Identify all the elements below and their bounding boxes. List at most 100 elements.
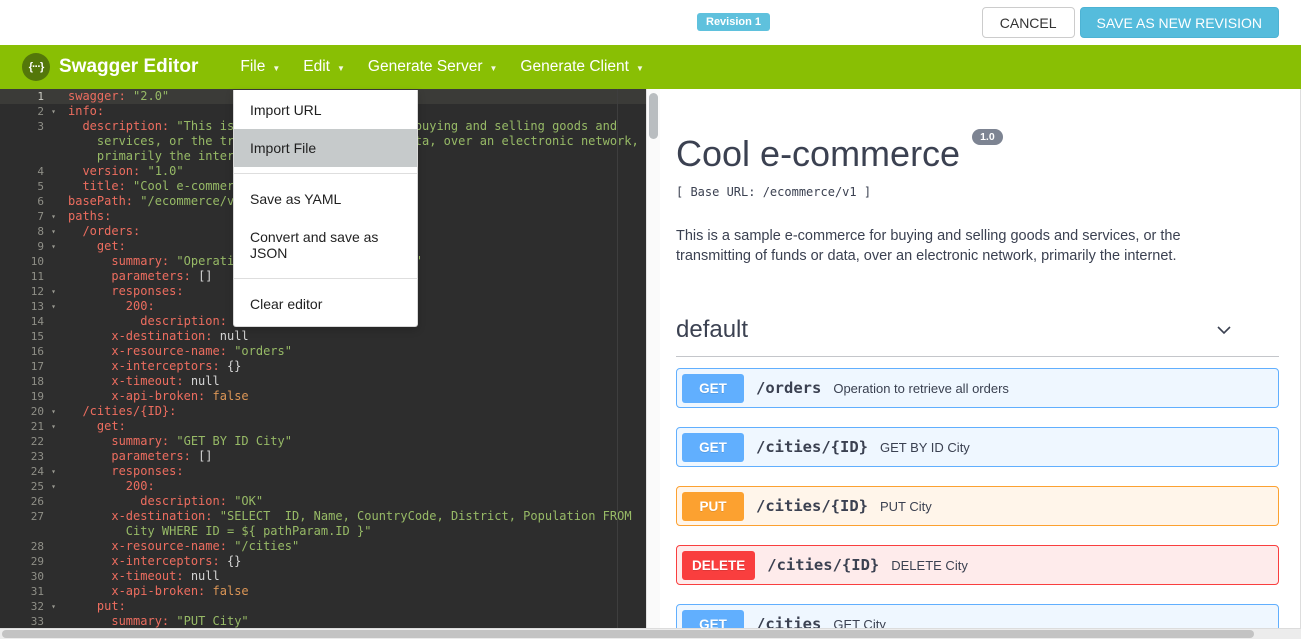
fold-arrow-icon[interactable]: ▾ — [51, 419, 56, 434]
editor-line[interactable]: 22 summary: "GET BY ID City" — [0, 434, 660, 449]
editor-line[interactable]: 32▾ put: — [0, 599, 660, 614]
save-as-new-revision-button[interactable]: SAVE AS NEW REVISION — [1080, 7, 1279, 38]
editor-line[interactable]: 16 x-resource-name: "orders" — [0, 344, 660, 359]
editor-line[interactable]: 30 x-timeout: null — [0, 569, 660, 584]
scrollbar-thumb[interactable] — [2, 630, 1254, 638]
tag-name: default — [676, 316, 748, 344]
gutter-line-number: 1 — [0, 89, 58, 104]
code-text: basePath: "/ecommerce/v1" — [58, 194, 249, 209]
menu-divider — [234, 173, 417, 174]
code-text: info: — [58, 104, 104, 119]
operation-summary: PUT City — [880, 499, 932, 514]
page-horizontal-scrollbar[interactable] — [0, 628, 1301, 639]
operation-row-put[interactable]: PUT/cities/{ID} PUT City — [676, 486, 1279, 526]
code-text: get: — [58, 239, 126, 254]
editor-line[interactable]: 33 summary: "PUT City" — [0, 614, 660, 629]
fold-arrow-icon[interactable]: ▾ — [51, 284, 56, 299]
code-text: x-timeout: null — [58, 569, 220, 584]
menu-generate-client[interactable]: Generate Client▼ — [520, 58, 643, 76]
menu-file[interactable]: File ▼ — [240, 58, 280, 76]
gutter-line-number: 15 — [0, 329, 58, 344]
scrollbar-thumb[interactable] — [649, 93, 658, 139]
code-text: swagger: "2.0" — [58, 89, 169, 104]
fold-arrow-icon[interactable]: ▾ — [51, 299, 56, 314]
editor-line[interactable]: 19 x-api-broken: false — [0, 389, 660, 404]
code-text: /orders: — [58, 224, 140, 239]
code-text: x-resource-name: "/cities" — [58, 539, 299, 554]
editor-line[interactable]: 27 x-destination: "SELECT ID, Name, Coun… — [0, 509, 660, 524]
editor-line[interactable]: 21▾ get: — [0, 419, 660, 434]
code-text: responses: — [58, 464, 184, 479]
main-content: 1swagger: "2.0"2▾info:3 description: "Th… — [0, 89, 1301, 639]
operation-summary: GET BY ID City — [880, 440, 970, 455]
fold-arrow-icon[interactable]: ▾ — [51, 239, 56, 254]
gutter-line-number: 17 — [0, 359, 58, 374]
cancel-button[interactable]: CANCEL — [982, 7, 1075, 38]
gutter-line-number: 4 — [0, 164, 58, 179]
method-badge: GET — [682, 433, 744, 462]
menu-item-import-file[interactable]: Import File — [234, 129, 417, 167]
gutter-line-number: 13▾ — [0, 299, 58, 314]
editor-line[interactable]: 20▾ /cities/{ID}: — [0, 404, 660, 419]
operation-path: /cities/{ID} — [756, 497, 868, 515]
code-text: x-api-broken: false — [58, 389, 249, 404]
base-url: [ Base URL: /ecommerce/v1 ] — [676, 185, 1279, 199]
operation-summary: Operation to retrieve all orders — [833, 381, 1009, 396]
method-badge: GET — [682, 374, 744, 403]
code-text: description: "OK" — [58, 494, 263, 509]
gutter-line-number: 12▾ — [0, 284, 58, 299]
operation-row-delete[interactable]: DELETE/cities/{ID}DELETE City — [676, 545, 1279, 585]
file-dropdown-menu: Import URLImport File Save as YAMLConvert… — [233, 90, 418, 327]
menu-edit[interactable]: Edit▼ — [303, 58, 345, 76]
editor-line[interactable]: 15 x-destination: null — [0, 329, 660, 344]
caret-down-icon: ▼ — [636, 64, 644, 73]
operation-row-get[interactable]: GET/cities/{ID}GET BY ID City — [676, 427, 1279, 467]
fold-arrow-icon[interactable]: ▾ — [51, 224, 56, 239]
gutter-line-number: 21▾ — [0, 419, 58, 434]
editor-line[interactable]: 24▾ responses: — [0, 464, 660, 479]
gutter-line-number: 18 — [0, 374, 58, 389]
fold-arrow-icon[interactable]: ▾ — [51, 479, 56, 494]
fold-arrow-icon[interactable]: ▾ — [51, 464, 56, 479]
menu-item-import-url[interactable]: Import URL — [234, 91, 417, 129]
code-text: put: — [58, 599, 126, 614]
editor-line[interactable]: 23 parameters: [] — [0, 449, 660, 464]
tag-section-header[interactable]: default — [676, 316, 1279, 357]
code-text: x-destination: "SELECT ID, Name, Country… — [58, 509, 632, 524]
operation-path: /cities/{ID} — [767, 556, 879, 574]
menu-label: File — [240, 58, 265, 76]
api-title-text: Cool e-commerce — [676, 133, 960, 174]
code-text: /cities/{ID}: — [58, 404, 176, 419]
gutter-line-number: 5 — [0, 179, 58, 194]
gutter-line-number: 6 — [0, 194, 58, 209]
print-margin — [617, 89, 618, 639]
menu-item-save-as-yaml[interactable]: Save as YAML — [234, 180, 417, 218]
menu-item-convert-and-save-as-json[interactable]: Convert and save as JSON — [234, 218, 417, 272]
editor-line[interactable]: 18 x-timeout: null — [0, 374, 660, 389]
editor-line[interactable]: 26 description: "OK" — [0, 494, 660, 509]
code-text: x-interceptors: {} — [58, 554, 241, 569]
fold-arrow-icon[interactable]: ▾ — [51, 404, 56, 419]
chevron-down-icon[interactable] — [1214, 320, 1234, 340]
operation-row-get[interactable]: GET/ordersOperation to retrieve all orde… — [676, 368, 1279, 408]
editor-line[interactable]: City WHERE ID = ${ pathParam.ID }" — [0, 524, 660, 539]
editor-line[interactable]: 29 x-interceptors: {} — [0, 554, 660, 569]
fold-arrow-icon[interactable]: ▾ — [51, 599, 56, 614]
fold-arrow-icon[interactable]: ▾ — [51, 104, 56, 119]
code-text: x-interceptors: {} — [58, 359, 241, 374]
brand-title: Swagger Editor — [59, 56, 198, 78]
menu-item-clear-editor[interactable]: Clear editor — [234, 285, 417, 323]
editor-vertical-scrollbar[interactable] — [646, 89, 660, 639]
fold-arrow-icon[interactable]: ▾ — [51, 209, 56, 224]
editor-line[interactable]: 25▾ 200: — [0, 479, 660, 494]
menu-generate-server[interactable]: Generate Server▼ — [368, 58, 498, 76]
editor-line[interactable]: 28 x-resource-name: "/cities" — [0, 539, 660, 554]
editor-line[interactable]: 17 x-interceptors: {} — [0, 359, 660, 374]
editor-line[interactable]: 31 x-api-broken: false — [0, 584, 660, 599]
code-text: get: — [58, 419, 126, 434]
caret-down-icon: ▼ — [272, 64, 280, 73]
code-text: x-resource-name: "orders" — [58, 344, 292, 359]
gutter-line-number: 22 — [0, 434, 58, 449]
method-badge: PUT — [682, 492, 744, 521]
topbar-actions: CANCEL SAVE AS NEW REVISION — [982, 7, 1279, 38]
